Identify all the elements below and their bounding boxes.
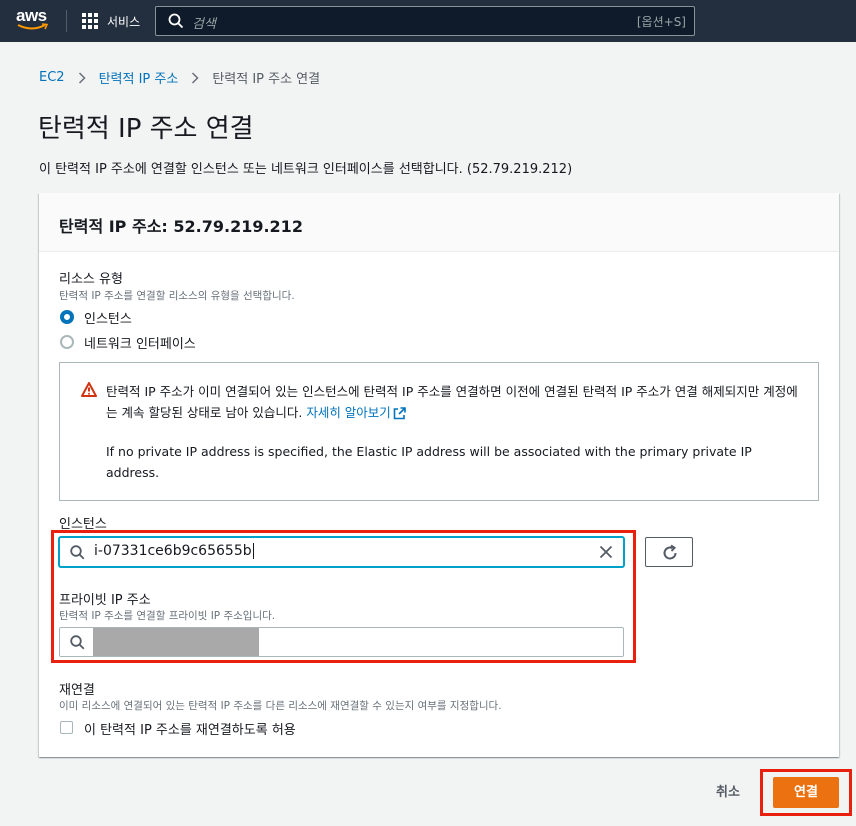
chevron-right-icon: [192, 71, 199, 84]
refresh-button[interactable]: [645, 537, 693, 567]
radio-network-interface-label[interactable]: 네트워크 인터페이스: [84, 333, 196, 352]
breadcrumb: EC2 탄력적 IP 주소 탄력적 IP 주소 연결: [39, 68, 320, 87]
chevron-right-icon: [78, 71, 86, 84]
breadcrumb-ec2[interactable]: EC2: [39, 70, 65, 85]
top-nav: aws 서비스 검색 [옵션+S]: [0, 0, 856, 42]
allow-reassociation-checkbox[interactable]: [60, 721, 73, 734]
warning-text-block: 탄력적 IP 주소가 이미 연결되어 있는 인스턴스에 탄력적 IP 주소를 연…: [106, 381, 806, 483]
warning-icon: [81, 382, 97, 397]
highlight-instance-section: [51, 530, 636, 663]
cancel-button[interactable]: 취소: [700, 778, 756, 808]
warning-message: 탄력적 IP 주소가 이미 연결되어 있는 인스턴스에 탄력적 IP 주소를 연…: [106, 384, 798, 420]
page-title: 탄력적 IP 주소 연결: [38, 114, 254, 144]
radio-network-interface[interactable]: [60, 335, 74, 349]
radio-instance-label[interactable]: 인스턴스: [84, 308, 132, 327]
services-menu-button[interactable]: 서비스: [107, 13, 140, 30]
allow-reassociation-label[interactable]: 이 탄력적 IP 주소를 재연결하도록 허용: [84, 719, 296, 738]
panel-title: 탄력적 IP 주소: 52.79.219.212: [59, 217, 303, 236]
learn-more-link[interactable]: 자세히 알아보기: [306, 405, 390, 420]
nav-divider: [66, 10, 67, 32]
connect-button[interactable]: 연결: [773, 777, 839, 808]
resource-type-label: 리소스 유형: [59, 272, 123, 287]
warning-note: If no private IP address is specified, t…: [106, 444, 752, 480]
search-shortcut-hint: [옵션+S]: [636, 15, 686, 29]
breadcrumb-elastic-ip[interactable]: 탄력적 IP 주소: [99, 68, 179, 87]
page-description: 이 탄력적 IP 주소에 연결할 인스턴스 또는 네트워크 인터페이스를 선택합…: [39, 162, 573, 177]
resource-type-description: 탄력적 IP 주소를 연결할 리소스의 유형을 선택합니다.: [59, 290, 295, 302]
reassociation-description: 이미 리소스에 연결되어 있는 탄력적 IP 주소를 다른 리소스에 재연결할 …: [59, 700, 502, 712]
reassociation-label: 재연결: [59, 683, 95, 698]
search-placeholder: 검색: [192, 17, 216, 32]
aws-smile-icon: [17, 23, 49, 30]
warning-alert: 탄력적 IP 주소가 이미 연결되어 있는 인스턴스에 탄력적 IP 주소를 연…: [59, 362, 819, 501]
panel-header: 탄력적 IP 주소: 52.79.219.212: [39, 193, 839, 252]
associate-form-panel: 탄력적 IP 주소: 52.79.219.212 리소스 유형 탄력적 IP 주…: [39, 193, 839, 757]
external-link-icon[interactable]: [393, 407, 406, 420]
refresh-icon: [663, 544, 677, 560]
search-icon: [168, 13, 184, 29]
aws-logo[interactable]: aws: [16, 6, 52, 34]
radio-instance[interactable]: [60, 310, 74, 324]
services-grid-icon[interactable]: [82, 13, 98, 29]
global-search-input[interactable]: 검색 [옵션+S]: [155, 6, 695, 36]
breadcrumb-current: 탄력적 IP 주소 연결: [212, 72, 321, 87]
